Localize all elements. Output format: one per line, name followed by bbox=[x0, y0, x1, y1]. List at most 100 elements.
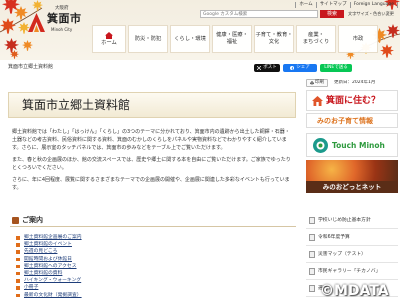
guide-link-item[interactable]: 郷土資料館のイベント bbox=[16, 241, 294, 248]
nav-item-city-government[interactable]: 市政 bbox=[338, 25, 378, 53]
nav-item-home[interactable]: ホーム bbox=[92, 25, 126, 53]
x-post-label: ポスト bbox=[263, 65, 277, 70]
home-icon bbox=[105, 31, 113, 39]
maple-leaf-decoration bbox=[0, 18, 16, 34]
text-size-color-link[interactable]: 文字サイズ・色合い変更 bbox=[348, 11, 398, 17]
banner-kosodate-text: みのお子育て情報 bbox=[317, 117, 373, 125]
top-link-home[interactable]: ホーム bbox=[295, 2, 315, 8]
guide-link[interactable]: 郷土資料館へのアクセス bbox=[24, 264, 77, 269]
bullet-icon bbox=[16, 264, 20, 269]
guide-link[interactable]: 開館時間および休館日 bbox=[24, 257, 72, 262]
nav-label: 健康・医療・ bbox=[216, 32, 248, 38]
page-title-box: 箕面市立郷土資料館 bbox=[8, 92, 296, 118]
site-header: 大阪府 箕面市 Minoh City ホーム サイトマップ Foreign La… bbox=[0, 0, 400, 60]
nav-label: くらし・環境 bbox=[174, 35, 206, 42]
bullet-icon bbox=[16, 236, 20, 240]
nav-label: 福祉 bbox=[226, 39, 238, 45]
search-button[interactable]: 検索 bbox=[320, 10, 344, 18]
nav-item-health-welfare[interactable]: 健康・医療・ 福祉 bbox=[212, 25, 252, 53]
x-logo-icon bbox=[257, 66, 262, 70]
guide-link[interactable]: 最新の文化財（発掘調査） bbox=[24, 293, 82, 298]
nav-item-living-environment[interactable]: くらし・環境 bbox=[170, 25, 210, 53]
sidebar-link-label[interactable]: 学校いじめ防止基本方針 bbox=[318, 218, 371, 223]
touch-minoh-logo-icon bbox=[313, 138, 328, 153]
bullet-icon bbox=[16, 243, 20, 247]
sidebar-link-label[interactable]: 市民ギャラリー「チカノバ」 bbox=[318, 269, 380, 274]
banner-minoh-dotnet[interactable]: みのおどっとネット bbox=[306, 160, 398, 193]
guide-link-list: 郷土資料館企画展のご案内 郷土資料館のイベント 先週の見どころ 開館時間および休… bbox=[16, 234, 294, 299]
print-button[interactable]: 印刷 bbox=[306, 79, 328, 87]
guide-link-item[interactable]: 最新の文化財（発掘調査） bbox=[16, 292, 294, 299]
bullet-icon bbox=[16, 293, 20, 297]
guide-link[interactable]: ハイキング・ウォーキング bbox=[24, 278, 81, 283]
nav-label: 産業・ bbox=[308, 32, 324, 38]
sidebar-link-item[interactable]: 学校いじめ防止基本方針 bbox=[306, 212, 398, 229]
sidebar-link-label[interactable]: 災害マップ（テスト） bbox=[318, 252, 366, 257]
line-send-label: LINEで送る bbox=[324, 65, 348, 70]
print-label: 印刷 bbox=[315, 80, 324, 85]
house-icon bbox=[312, 96, 323, 106]
body-paragraph: 郷土資料館では「わたし」「はっけん」「くらし」の3つのテーマに分かれており、箕面… bbox=[12, 129, 290, 151]
section-marker-icon bbox=[12, 217, 19, 224]
body-paragraph: さらに、年に4回程度、展覧に関するさまざまなテーマでの企画展の開催や、企画展に関… bbox=[12, 177, 290, 191]
guide-link-item[interactable]: ハイキング・ウォーキング bbox=[16, 277, 294, 284]
x-post-button[interactable]: ポスト bbox=[254, 64, 280, 72]
top-link-foreign-language[interactable]: Foreign Language bbox=[349, 2, 398, 8]
updated-date: 更新日：2024年1月 bbox=[334, 80, 376, 85]
header-top-links: ホーム サイトマップ Foreign Language bbox=[236, 2, 398, 8]
guide-section-heading: ご案内 bbox=[10, 215, 296, 227]
nav-item-industry-town[interactable]: 産業・ まちづくり bbox=[296, 25, 336, 53]
guide-link[interactable]: 郷土資料館企画展のご案内 bbox=[24, 235, 82, 240]
city-logo-icon[interactable] bbox=[28, 13, 45, 32]
guide-link-item[interactable]: 郷土資料館へのアクセス bbox=[16, 263, 294, 270]
sidebar-link-label[interactable]: 令和6年度予算 bbox=[318, 235, 350, 240]
maple-leaf-decoration bbox=[32, 0, 43, 11]
watermark: ©MDATA bbox=[320, 283, 389, 299]
sidebar-link-item[interactable]: 災害マップ（テスト） bbox=[306, 246, 398, 263]
page-title: 箕面市立郷土資料館 bbox=[22, 98, 131, 112]
guide-link[interactable]: 小冊子 bbox=[24, 285, 38, 290]
guide-link[interactable]: 先週の見どころ bbox=[24, 249, 57, 254]
sidebar-link-item[interactable]: 市民ギャラリー「チカノバ」 bbox=[306, 263, 398, 280]
bullet-icon bbox=[16, 286, 20, 290]
line-send-button[interactable]: LINEで送る bbox=[320, 64, 352, 72]
nav-item-childcare-education[interactable]: 子育て・教育・ 文化 bbox=[254, 25, 294, 53]
guide-link-item[interactable]: 小冊子 bbox=[16, 284, 294, 291]
banner-live-in-minoh[interactable]: 箕面に住む？ bbox=[306, 90, 398, 111]
body-paragraph: また、春と秋の企画展のほか、館の交流スペースでは、歴史や郷土に関する本を自由にご… bbox=[12, 157, 291, 171]
guide-link-item[interactable]: 郷土資料館企画展のご案内 bbox=[16, 234, 294, 241]
sidebar-link-item[interactable]: 令和6年度予算 bbox=[306, 229, 398, 246]
bullet-icon bbox=[16, 271, 20, 276]
guide-link[interactable]: 郷土資料館のイベント bbox=[24, 242, 72, 247]
banner-touch-text: Touch Minoh bbox=[332, 141, 385, 150]
guide-link[interactable]: 郷土資料館の資料 bbox=[24, 271, 62, 276]
maple-leaf-decoration bbox=[4, 38, 19, 53]
page-icon bbox=[309, 234, 315, 241]
bullet-icon bbox=[16, 279, 20, 283]
nav-label: ホーム bbox=[101, 39, 117, 46]
guide-link-item[interactable]: 郷土資料館の資料 bbox=[16, 270, 294, 277]
nav-item-disaster-prevention[interactable]: 防災・防犯 bbox=[128, 25, 168, 53]
city-name-logo[interactable]: 箕面市 bbox=[47, 12, 82, 26]
top-link-sitemap[interactable]: サイトマップ bbox=[315, 2, 350, 8]
banner-dotnet-text: みのおどっとネット bbox=[322, 183, 382, 191]
nav-label: まちづくり bbox=[302, 39, 330, 45]
banner-kosodate-info[interactable]: みのお子育て情報 bbox=[306, 113, 398, 128]
guide-link-item[interactable]: 開館時間および休館日 bbox=[16, 256, 294, 263]
nav-label: 文化 bbox=[268, 39, 280, 45]
facebook-icon bbox=[290, 66, 295, 70]
maple-leaf-decoration bbox=[380, 44, 394, 58]
search-input[interactable] bbox=[200, 10, 318, 18]
breadcrumb: 箕面市立郷土資料館 bbox=[8, 64, 54, 70]
facebook-share-button[interactable]: シェア bbox=[283, 64, 317, 72]
page-icon bbox=[309, 217, 315, 224]
printer-icon bbox=[310, 81, 314, 85]
guide-link-item[interactable]: 先週の見どころ bbox=[16, 248, 294, 255]
banner-live-text: 箕面に住む？ bbox=[326, 96, 381, 106]
main-body-text: 郷土資料館では「わたし」「はっけん」「くらし」の3つのテーマに分かれており、箕面… bbox=[12, 128, 294, 196]
nav-label: 子育て・教育・ bbox=[255, 32, 293, 38]
nav-label: 市政 bbox=[352, 35, 364, 42]
maple-leaf-decoration bbox=[386, 24, 400, 38]
bullet-icon bbox=[16, 250, 20, 254]
banner-touch-minoh[interactable]: Touch Minoh bbox=[306, 133, 398, 157]
